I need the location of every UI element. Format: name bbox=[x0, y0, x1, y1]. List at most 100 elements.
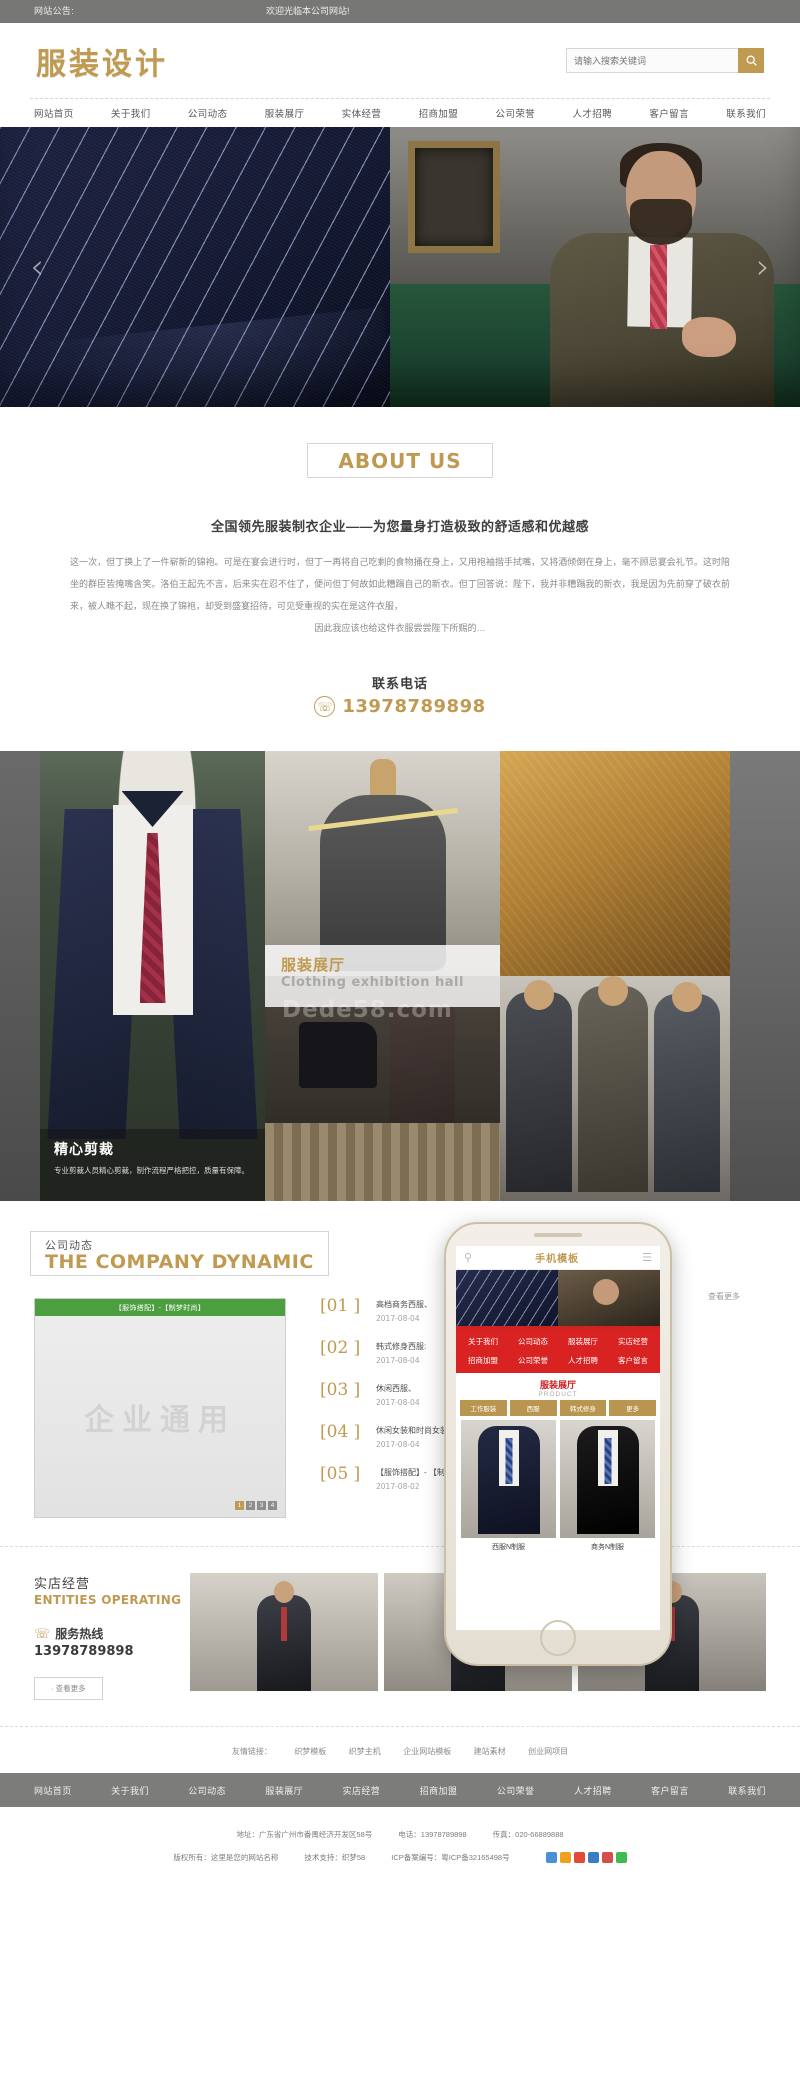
phone-tab-suit[interactable]: 西服 bbox=[509, 1400, 557, 1416]
phone-mockup: ⚲ 手机模板 ☰ 关于我们 公司动态 服装展厅 实店经营 招商加盟 公司荣誉 人… bbox=[444, 1222, 672, 1666]
news-title[interactable]: 【服饰搭配】- 【制梦 bbox=[376, 1467, 453, 1478]
phone-section-heading: 服装展厅 PRODUCT bbox=[456, 1373, 660, 1400]
wechat-icon[interactable] bbox=[615, 1852, 627, 1863]
news-date: 2017-08-04 bbox=[376, 1314, 420, 1323]
hero-banner: ‹ › bbox=[0, 127, 800, 407]
contact-label: 联系电话 bbox=[371, 676, 428, 691]
nav-item-entities[interactable]: 实体经营 bbox=[342, 106, 382, 120]
hotline-label: 服务热线 bbox=[55, 1627, 104, 1641]
phone-tab-more[interactable]: 更多 bbox=[609, 1400, 656, 1416]
phone-menu-about[interactable]: 关于我们 bbox=[458, 1332, 508, 1351]
search-box bbox=[566, 48, 764, 73]
site-footer: 地址：广东省广州市番禺经济开发区58号 电话：13978789898 传真：02… bbox=[0, 1807, 800, 1889]
slider-dot-4[interactable]: 4 bbox=[268, 1501, 277, 1510]
footer-nav-message[interactable]: 客户留言 bbox=[651, 1784, 689, 1797]
company-news-section: 公司动态 THE COMPANY DYNAMIC 查看更多 【服饰搭配】-【制梦… bbox=[0, 1201, 800, 1546]
entities-more-button[interactable]: · 查看更多 bbox=[34, 1677, 103, 1700]
phone-menu-message[interactable]: 客户留言 bbox=[608, 1351, 658, 1370]
phone-icon: ☏ bbox=[34, 1625, 51, 1641]
nav-item-news[interactable]: 公司动态 bbox=[188, 106, 228, 120]
friend-link-3[interactable]: 企业网站模板 bbox=[403, 1747, 451, 1756]
banner-next-arrow-icon[interactable]: › bbox=[748, 243, 778, 291]
search-button[interactable] bbox=[738, 48, 764, 73]
gallery-image-mannequin[interactable] bbox=[265, 751, 500, 976]
gallery-image-group[interactable] bbox=[500, 976, 730, 1201]
friend-link-4[interactable]: 建站素材 bbox=[474, 1747, 506, 1756]
news-title[interactable]: 休闲女装和时尚女装 bbox=[376, 1425, 448, 1436]
phone-menu-news[interactable]: 公司动态 bbox=[508, 1332, 558, 1351]
search-icon bbox=[746, 55, 757, 66]
nav-item-message[interactable]: 客户留言 bbox=[649, 106, 689, 120]
search-icon[interactable]: ⚲ bbox=[464, 1251, 472, 1264]
site-header: 服装设计 bbox=[0, 23, 800, 98]
phone-menu-showroom[interactable]: 服装展厅 bbox=[558, 1332, 608, 1351]
site-logo[interactable]: 服装设计 bbox=[36, 39, 168, 83]
share-plus-icon[interactable] bbox=[545, 1852, 557, 1863]
nav-item-showroom[interactable]: 服装展厅 bbox=[265, 106, 305, 120]
friend-link-5[interactable]: 创业网项目 bbox=[528, 1747, 568, 1756]
nav-item-franchise[interactable]: 招商加盟 bbox=[419, 106, 459, 120]
footer-nav-honor[interactable]: 公司荣誉 bbox=[497, 1784, 535, 1797]
slider-dot-1[interactable]: 1 bbox=[235, 1501, 244, 1510]
news-index: [03 ] bbox=[320, 1380, 361, 1400]
banner-picture-frame bbox=[408, 141, 500, 253]
gallery-caption-desc: 专业剪裁人员精心剪裁，制作流程严格把控，质量有保障。 bbox=[54, 1166, 249, 1175]
phone-speaker bbox=[534, 1233, 582, 1237]
footer-nav-showroom[interactable]: 服装展厅 bbox=[265, 1784, 303, 1797]
nav-item-jobs[interactable]: 人才招聘 bbox=[572, 106, 612, 120]
phone-product-card[interactable]: 商务N制服 bbox=[560, 1420, 655, 1558]
about-contact-block: 联系电话 ☏ 13978789898 bbox=[0, 673, 800, 751]
friend-link-2[interactable]: 织梦主机 bbox=[349, 1747, 381, 1756]
gallery-label-cn: 服装展厅 bbox=[281, 957, 346, 974]
news-more-link[interactable]: 查看更多 bbox=[708, 1291, 740, 1302]
slider-dot-2[interactable]: 2 bbox=[246, 1501, 255, 1510]
social-share-bar bbox=[545, 1852, 627, 1863]
news-index: [04 ] bbox=[320, 1422, 361, 1442]
model-beard bbox=[630, 199, 692, 245]
phone-menu-franchise[interactable]: 招商加盟 bbox=[458, 1351, 508, 1370]
hamburger-icon[interactable]: ☰ bbox=[642, 1251, 652, 1264]
nav-item-honor[interactable]: 公司荣誉 bbox=[496, 106, 536, 120]
friend-link-1[interactable]: 织梦模板 bbox=[294, 1747, 326, 1756]
banner-prev-arrow-icon[interactable]: ‹ bbox=[22, 243, 52, 291]
nav-item-about[interactable]: 关于我们 bbox=[111, 106, 151, 120]
phone-product-caption: 商务N制服 bbox=[590, 1544, 625, 1551]
sina-weibo-icon[interactable] bbox=[573, 1852, 585, 1863]
phone-menu-jobs[interactable]: 人才招聘 bbox=[558, 1351, 608, 1370]
news-slider-stage: 企业通用 bbox=[35, 1316, 285, 1517]
news-title[interactable]: 休闲西服、 bbox=[376, 1383, 420, 1394]
entities-image-1[interactable] bbox=[190, 1573, 378, 1691]
nav-item-contact[interactable]: 联系我们 bbox=[726, 106, 766, 120]
footer-nav-news[interactable]: 公司动态 bbox=[188, 1784, 226, 1797]
footer-nav-jobs[interactable]: 人才招聘 bbox=[574, 1784, 612, 1797]
footer-nav-home[interactable]: 网站首页 bbox=[34, 1784, 72, 1797]
qzone-icon[interactable] bbox=[587, 1852, 599, 1863]
phone-menu-honor[interactable]: 公司荣誉 bbox=[508, 1351, 558, 1370]
footer-nav-entities[interactable]: 实店经营 bbox=[343, 1784, 381, 1797]
phone-tab-workwear[interactable]: 工作服装 bbox=[460, 1400, 507, 1416]
footer-support: 技术支持：织梦58 bbox=[304, 1853, 366, 1862]
footer-nav-franchise[interactable]: 招商加盟 bbox=[420, 1784, 458, 1797]
footer-nav-contact[interactable]: 联系我们 bbox=[728, 1784, 766, 1797]
phone-product-card[interactable]: 西服N制服 bbox=[461, 1420, 556, 1558]
entities-title-cn: 实店经营 bbox=[34, 1576, 91, 1591]
footer-nav-about[interactable]: 关于我们 bbox=[111, 1784, 149, 1797]
favorite-star-icon[interactable] bbox=[559, 1852, 571, 1863]
phone-banner-model bbox=[558, 1270, 660, 1326]
gallery-edge-right bbox=[730, 751, 800, 1201]
news-title[interactable]: 韩式修身西服: bbox=[376, 1341, 426, 1352]
search-input[interactable] bbox=[566, 48, 738, 73]
renren-icon[interactable] bbox=[601, 1852, 613, 1863]
gallery-image-fabric-detail[interactable] bbox=[500, 751, 730, 976]
page-root: 网站公告: 欢迎光临本公司网站! 服装设计 网站首页 关于我们 公司动态 服装展… bbox=[0, 0, 800, 1889]
gallery-edge-left bbox=[0, 751, 40, 1201]
news-slider[interactable]: 【服饰搭配】-【制梦时尚】 企业通用 1 2 3 4 bbox=[34, 1298, 286, 1518]
phone-menu-entities[interactable]: 实店经营 bbox=[608, 1332, 658, 1351]
news-title[interactable]: 高档商务西服、 bbox=[376, 1299, 432, 1310]
news-slider-pagination[interactable]: 1 2 3 4 bbox=[235, 1501, 277, 1510]
nav-item-home[interactable]: 网站首页 bbox=[34, 106, 74, 120]
slider-dot-3[interactable]: 3 bbox=[257, 1501, 266, 1510]
main-navigation: 网站首页 关于我们 公司动态 服装展厅 实体经营 招商加盟 公司荣誉 人才招聘 … bbox=[0, 99, 800, 127]
phone-home-button[interactable] bbox=[540, 1620, 576, 1656]
phone-tab-slimfit[interactable]: 韩式修身 bbox=[559, 1400, 607, 1416]
